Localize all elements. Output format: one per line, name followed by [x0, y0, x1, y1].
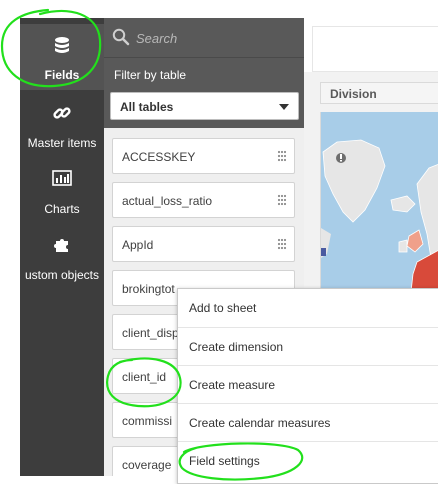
drag-handle-icon[interactable] [277, 194, 287, 213]
context-menu: Add to sheet Create dimension Create mea… [177, 288, 438, 484]
search-input[interactable]: Search [136, 31, 177, 46]
filter-label: Filter by table [114, 68, 187, 82]
drag-handle-icon[interactable] [277, 150, 287, 169]
search-icon [112, 28, 130, 51]
field-item[interactable]: ACCESSKEY [112, 138, 295, 174]
menu-item-field-settings[interactable]: Field settings [178, 441, 438, 479]
menu-item-create-dimension[interactable]: Create dimension [178, 327, 438, 365]
search-box[interactable]: Search [104, 18, 304, 58]
menu-item-label: Create dimension [189, 340, 284, 354]
database-icon [20, 36, 104, 56]
bar-chart-icon [20, 170, 104, 190]
field-item[interactable]: AppId [112, 226, 295, 262]
sheet-toolbar [312, 26, 438, 72]
rail-item-charts[interactable]: Charts [20, 158, 104, 224]
column-header-label: Division [330, 87, 377, 101]
menu-item-create-measure[interactable]: Create measure [178, 365, 438, 403]
menu-item-create-calendar-measures[interactable]: Create calendar measures [178, 403, 438, 441]
map-chart[interactable] [320, 112, 438, 292]
table-select-value: All tables [120, 100, 174, 114]
drag-handle-icon[interactable] [277, 238, 287, 257]
field-name: client_id [122, 370, 167, 384]
column-header[interactable]: Division [320, 82, 438, 104]
puzzle-icon [20, 236, 104, 256]
caret-down-icon [279, 104, 289, 110]
rail-item-label: Fields [44, 68, 80, 82]
left-rail: Fields Master items Charts ustom objects [20, 18, 104, 476]
menu-item-add-to-sheet[interactable]: Add to sheet [178, 289, 438, 327]
rail-item-label: Charts [44, 202, 80, 216]
field-name: actual_loss_ratio [122, 194, 213, 208]
rail-item-master-items[interactable]: Master items [20, 92, 104, 158]
field-name: brokingtot [122, 282, 175, 296]
table-select[interactable]: All tables [110, 92, 299, 120]
field-name: client_disp [122, 326, 179, 340]
menu-item-label: Add to sheet [189, 301, 257, 315]
field-name: coverage [122, 458, 172, 472]
field-name: AppId [122, 238, 154, 252]
menu-item-label: Create measure [189, 378, 276, 392]
field-name: ACCESSKEY [122, 150, 196, 164]
rail-item-label: ustom objects [24, 268, 100, 282]
rail-item-fields[interactable]: Fields [20, 24, 104, 90]
rail-item-custom-objects[interactable]: ustom objects [20, 224, 104, 290]
menu-item-label: Create calendar measures [189, 416, 331, 430]
rail-item-label: Master items [27, 136, 97, 150]
field-name: commissi [122, 414, 172, 428]
menu-item-label: Field settings [189, 454, 260, 468]
field-item[interactable]: actual_loss_ratio [112, 182, 295, 218]
link-icon [20, 104, 104, 124]
